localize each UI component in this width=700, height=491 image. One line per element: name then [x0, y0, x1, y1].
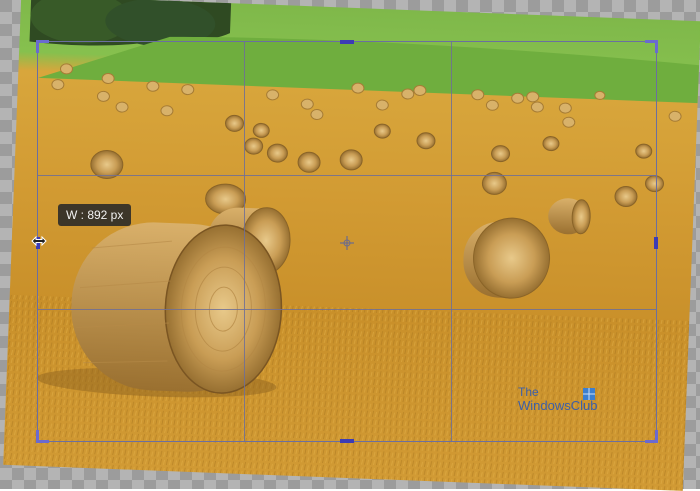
grid-line-vertical-2	[451, 42, 452, 441]
crop-corner-top-right[interactable]	[645, 40, 658, 53]
watermark-line-2: WindowsClub	[518, 398, 598, 413]
crop-handle-top[interactable]	[340, 40, 354, 44]
grid-line-horizontal-1	[38, 175, 656, 176]
crop-corner-top-left[interactable]	[36, 40, 49, 53]
width-tooltip: W : 892 px	[58, 204, 132, 226]
horizontal-resize-cursor-icon	[31, 235, 47, 247]
crop-center-crosshair-icon	[340, 236, 354, 250]
crop-handle-right[interactable]	[654, 237, 658, 249]
crop-corner-bottom-right[interactable]	[645, 430, 658, 443]
grid-line-vertical-1	[244, 42, 245, 441]
grid-line-horizontal-2	[38, 309, 656, 310]
windows-logo-icon	[583, 388, 595, 400]
crop-handle-bottom[interactable]	[340, 439, 354, 443]
crop-corner-bottom-left[interactable]	[36, 430, 49, 443]
